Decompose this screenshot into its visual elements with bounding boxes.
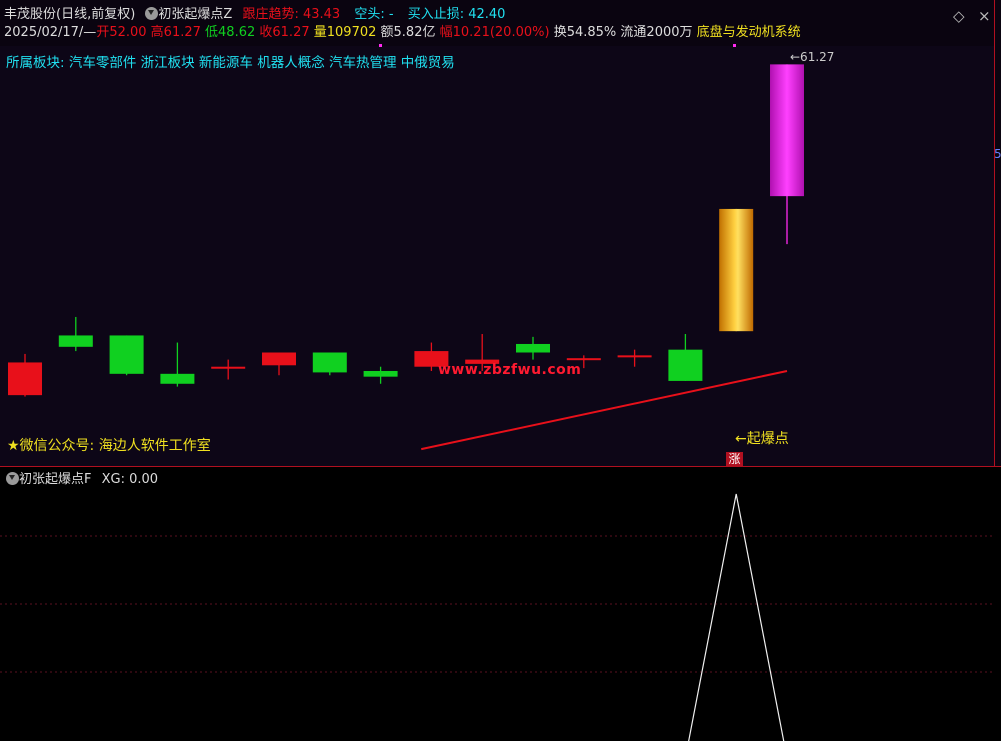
candlestick-chart [8,44,804,451]
wechat-label: ★微信公众号: 海边人软件工作室 [7,438,211,454]
candle-body [211,366,246,369]
candle-body [109,335,144,374]
signal-label: ←起爆点 [735,431,789,447]
candle-body [516,343,550,353]
candle-body [668,349,703,381]
candle-body [312,352,347,373]
candle-body [363,370,398,377]
candle-body [719,208,754,332]
xg-indicator-chart [0,493,994,741]
trend-line [421,370,788,451]
watermark: www.zbzfwu.com [438,362,582,378]
top-marker [733,44,736,47]
candle-body [262,352,296,366]
candle-body [8,362,42,396]
limit-up-badge: 涨 [726,452,743,467]
candle-body [770,64,804,197]
candle-body [617,355,652,358]
high-price-marker: ←61.27 [790,50,835,64]
candle-body [58,335,93,347]
top-marker [379,44,382,47]
candle-body [566,358,601,361]
candle-body [160,373,195,384]
xg-line [688,493,785,741]
